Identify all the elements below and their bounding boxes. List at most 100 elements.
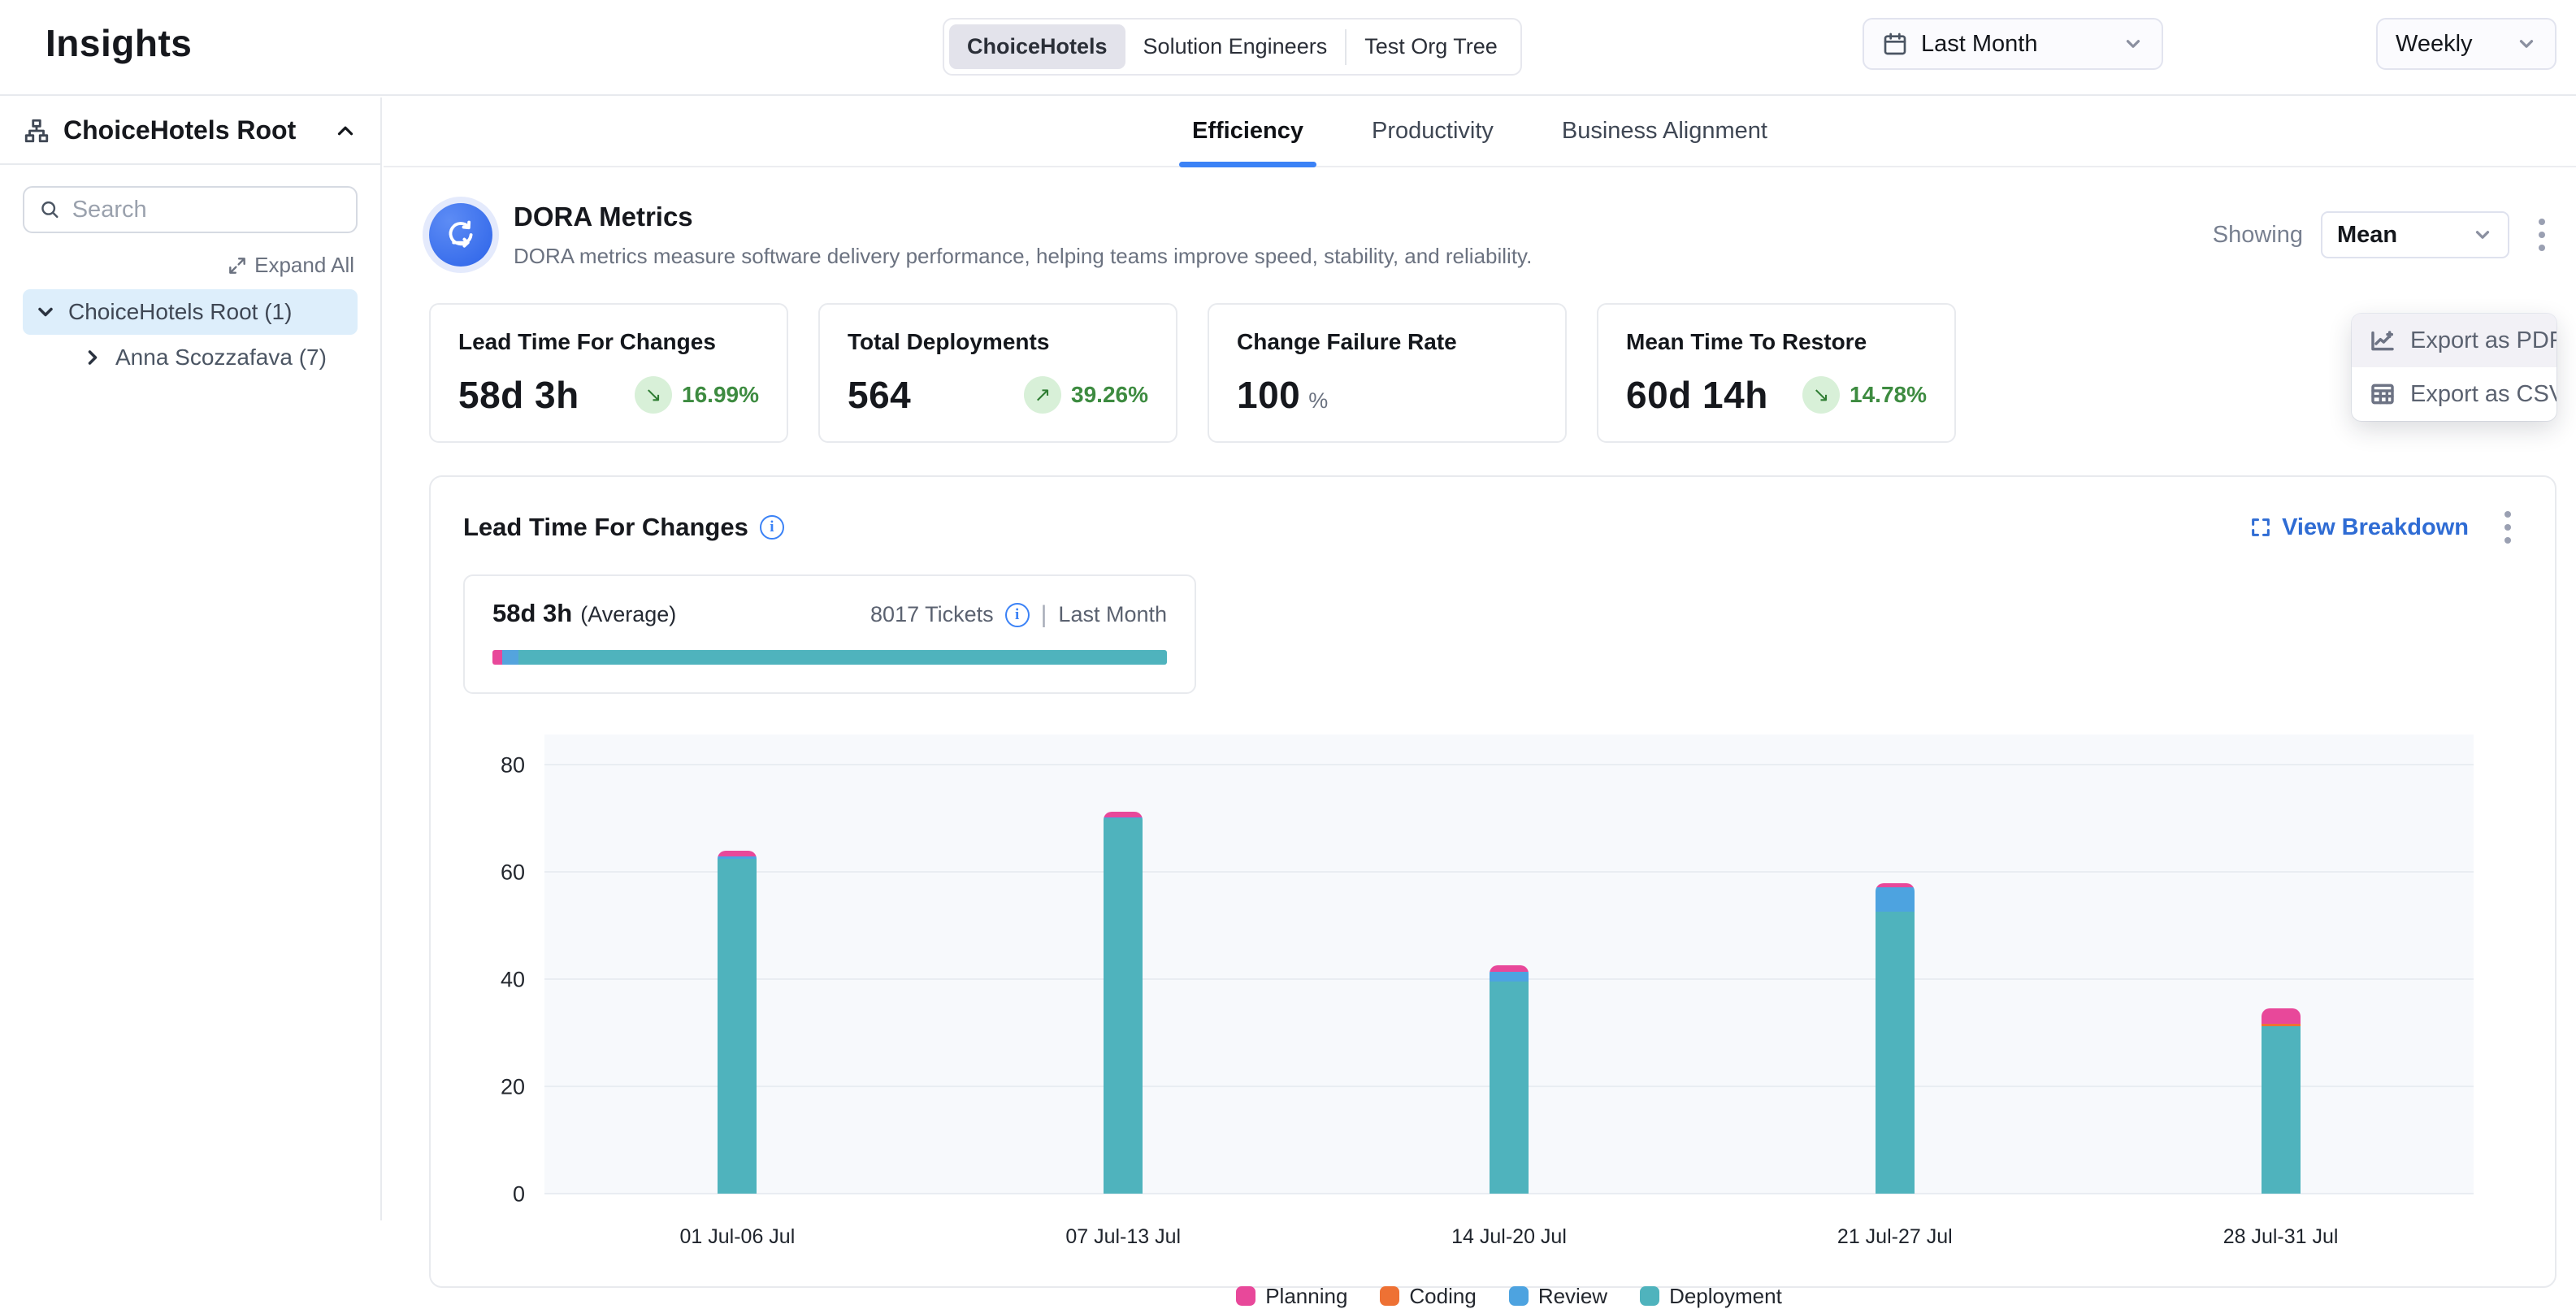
card-title: Mean Time To Restore bbox=[1626, 329, 1927, 355]
export-pdf-label: Export as PDF bbox=[2410, 327, 2556, 354]
sidebar-collapse-button[interactable] bbox=[333, 119, 358, 143]
stacked-bar-2[interactable] bbox=[1104, 812, 1143, 1194]
top-bar: Insights ChoiceHotels Solution Engineers… bbox=[0, 0, 2576, 96]
card-title: Change Failure Rate bbox=[1237, 329, 1537, 355]
stacked-bar-5[interactable] bbox=[2262, 1008, 2301, 1194]
trend-delta: 16.99% bbox=[682, 382, 759, 408]
legend-item-deployment[interactable]: Deployment bbox=[1640, 1284, 1782, 1309]
trend-badge: ↘ 14.78% bbox=[1802, 376, 1927, 414]
legend-label: Review bbox=[1538, 1284, 1607, 1309]
dora-titles: DORA Metrics DORA metrics measure softwa… bbox=[514, 200, 2192, 269]
dora-kebab-menu-button[interactable] bbox=[2527, 212, 2556, 258]
granularity-dropdown[interactable]: Weekly bbox=[2376, 18, 2556, 70]
view-breakdown-label: View Breakdown bbox=[2282, 514, 2469, 541]
info-icon[interactable]: i bbox=[760, 515, 784, 540]
card-title: Total Deployments bbox=[848, 329, 1148, 355]
legend-label: Planning bbox=[1265, 1284, 1347, 1309]
bar-segment-deployment bbox=[1104, 818, 1143, 1194]
sidebar-title: ChoiceHotels Root bbox=[63, 115, 320, 145]
chart-title-text: Lead Time For Changes bbox=[463, 513, 748, 542]
legend-item-review[interactable]: Review bbox=[1509, 1284, 1607, 1309]
stacked-bar-3[interactable] bbox=[1490, 965, 1529, 1194]
card-change-failure-rate: Change Failure Rate 100 % bbox=[1208, 303, 1567, 443]
card-lead-time-for-changes: Lead Time For Changes 58d 3h ↘ 16.99% bbox=[429, 303, 788, 443]
date-range-dropdown[interactable]: Last Month bbox=[1863, 18, 2163, 70]
view-tab-bar: Efficiency Productivity Business Alignme… bbox=[384, 98, 2576, 167]
trend-down-arrow-icon: ↘ bbox=[635, 376, 672, 414]
chevron-down-icon[interactable] bbox=[34, 301, 57, 323]
y-tick-label: 20 bbox=[501, 1074, 525, 1099]
bar-segment-review bbox=[1490, 972, 1529, 982]
expand-all-button[interactable]: Expand All bbox=[26, 253, 354, 278]
tab-business-alignment[interactable]: Business Alignment bbox=[1554, 118, 1776, 166]
dora-description: DORA metrics measure software delivery p… bbox=[514, 244, 2192, 269]
bar-segment-planning bbox=[1104, 812, 1143, 817]
period-label: Last Month bbox=[1058, 602, 1167, 627]
progress-segment-review bbox=[502, 650, 518, 665]
legend-swatch-icon bbox=[1236, 1286, 1255, 1306]
view-breakdown-button[interactable]: View Breakdown bbox=[2249, 514, 2469, 541]
chevron-right-icon[interactable] bbox=[81, 346, 104, 369]
average-label: (Average) bbox=[580, 602, 676, 627]
card-value: 564 bbox=[848, 373, 911, 417]
chart-plot-wrap: 02040608001 Jul-06 Jul07 Jul-13 Jul14 Ju… bbox=[544, 735, 2474, 1309]
trend-badge: ↗ 39.26% bbox=[1024, 376, 1148, 414]
stacked-bar-1[interactable] bbox=[718, 851, 757, 1194]
org-tab-test-org-tree[interactable]: Test Org Tree bbox=[1347, 24, 1516, 69]
org-tab-group: ChoiceHotels Solution Engineers Test Org… bbox=[943, 18, 1522, 76]
chart-kebab-menu-button[interactable] bbox=[2493, 505, 2522, 550]
y-tick-label: 80 bbox=[501, 752, 525, 778]
tab-efficiency[interactable]: Efficiency bbox=[1184, 118, 1312, 166]
trend-delta: 14.78% bbox=[1850, 382, 1927, 408]
org-tab-choicehotels[interactable]: ChoiceHotels bbox=[949, 24, 1125, 69]
x-tick-label: 21 Jul-27 Jul bbox=[1765, 1225, 2025, 1249]
date-range-value: Last Month bbox=[1921, 31, 2110, 58]
export-csv-menu-item[interactable]: Export as CSV bbox=[2352, 367, 2556, 421]
phase-progress-bar bbox=[492, 650, 1167, 665]
aggregation-value: Mean bbox=[2337, 222, 2472, 249]
tree-item-label: Anna Scozzafava (7) bbox=[115, 345, 327, 371]
stacked-bar-4[interactable] bbox=[1876, 883, 1915, 1194]
org-tree-icon bbox=[23, 117, 50, 145]
bar-segment-planning bbox=[2262, 1008, 2301, 1024]
export-pdf-menu-item[interactable]: Export as PDF bbox=[2352, 314, 2556, 367]
search-input[interactable] bbox=[72, 197, 341, 223]
expand-all-label: Expand All bbox=[254, 253, 354, 278]
legend-item-planning[interactable]: Planning bbox=[1236, 1284, 1347, 1309]
chart-header: Lead Time For Changes i View Breakdown bbox=[463, 505, 2522, 550]
bar-segment-deployment bbox=[2262, 1026, 2301, 1194]
dora-metrics-header: DORA Metrics DORA metrics measure softwa… bbox=[429, 200, 2556, 269]
tree-item-anna-scozzafava[interactable]: Anna Scozzafava (7) bbox=[70, 335, 358, 380]
page-title: Insights bbox=[46, 21, 192, 65]
dora-cycle-icon bbox=[429, 203, 492, 267]
x-tick-label: 14 Jul-20 Jul bbox=[1379, 1225, 1639, 1249]
gridline-60 bbox=[544, 871, 2474, 873]
sidebar-header: ChoiceHotels Root bbox=[0, 98, 380, 165]
y-tick-label: 60 bbox=[501, 860, 525, 885]
calendar-icon bbox=[1882, 31, 1908, 57]
bar-segment-deployment bbox=[1876, 912, 1915, 1194]
sidebar-search bbox=[23, 186, 358, 233]
bar-segment-review bbox=[1876, 887, 1915, 912]
card-value: 60d 14h bbox=[1626, 373, 1768, 417]
table-icon bbox=[2370, 381, 2396, 407]
legend-swatch-icon bbox=[1640, 1286, 1659, 1306]
org-tab-solution-engineers[interactable]: Solution Engineers bbox=[1125, 24, 1346, 69]
aggregation-dropdown[interactable]: Mean bbox=[2321, 211, 2509, 258]
info-icon[interactable]: i bbox=[1005, 603, 1030, 627]
legend-swatch-icon bbox=[1380, 1286, 1399, 1306]
separator: | bbox=[1041, 601, 1047, 629]
chevron-down-icon bbox=[2516, 33, 2537, 54]
legend-item-coding[interactable]: Coding bbox=[1380, 1284, 1476, 1309]
dora-title: DORA Metrics bbox=[514, 202, 2192, 232]
progress-segment-planning bbox=[492, 650, 502, 665]
tab-productivity[interactable]: Productivity bbox=[1364, 118, 1502, 166]
y-tick-label: 0 bbox=[513, 1181, 525, 1207]
legend-label: Deployment bbox=[1669, 1284, 1782, 1309]
card-title: Lead Time For Changes bbox=[458, 329, 759, 355]
y-tick-label: 40 bbox=[501, 967, 525, 992]
gridline-80 bbox=[544, 764, 2474, 765]
chart-plot: 02040608001 Jul-06 Jul07 Jul-13 Jul14 Ju… bbox=[544, 735, 2474, 1194]
chart-title: Lead Time For Changes i bbox=[463, 513, 784, 542]
tree-item-choicehotels-root[interactable]: ChoiceHotels Root (1) bbox=[23, 289, 358, 335]
